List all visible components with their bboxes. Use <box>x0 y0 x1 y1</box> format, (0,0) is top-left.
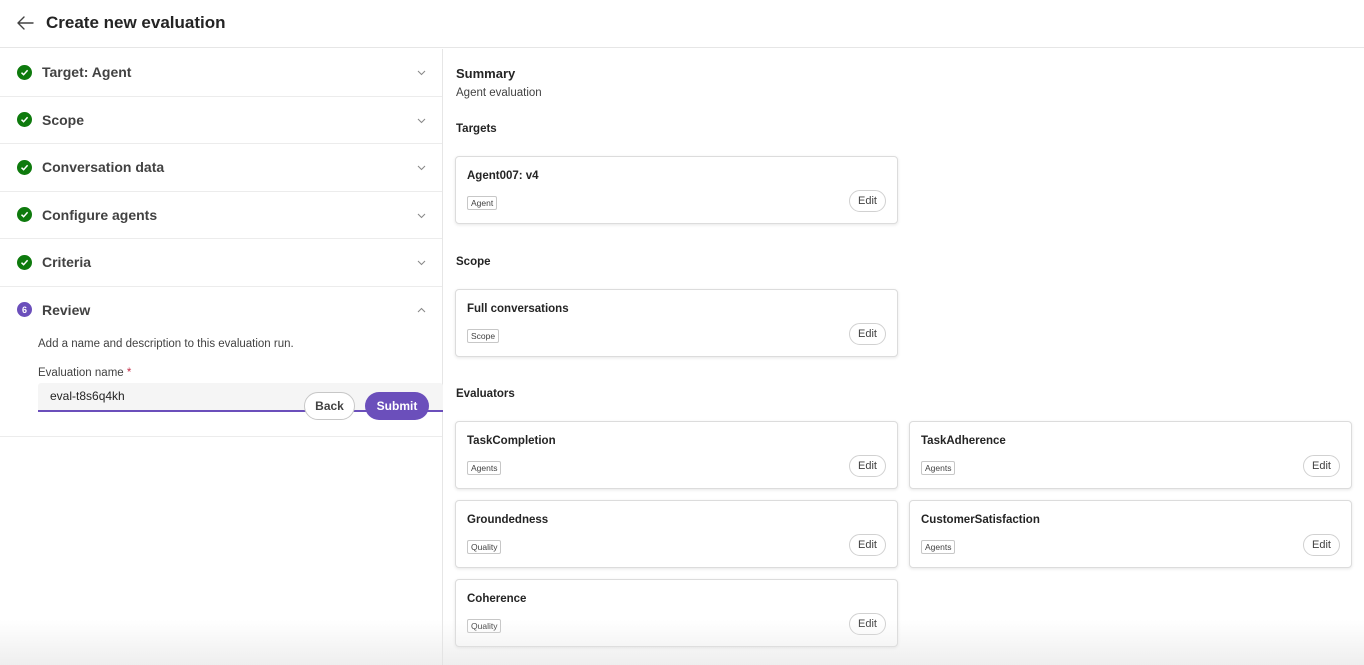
step-label: Scope <box>42 111 85 128</box>
step-number-badge: 6 <box>17 302 32 317</box>
edit-evaluator-button[interactable]: Edit <box>849 613 886 635</box>
step-criteria[interactable]: Criteria <box>0 239 442 287</box>
summary-title: Summary <box>456 66 516 81</box>
edit-evaluator-button[interactable]: Edit <box>849 455 886 477</box>
card-title: Agent007: v4 <box>467 170 539 182</box>
scope-section-title: Scope <box>456 256 491 268</box>
card-tag: Agent <box>467 196 498 210</box>
step-configure-agents[interactable]: Configure agents <box>0 192 442 239</box>
summary-pane: Summary Agent evaluation Targets Agent00… <box>444 49 1364 665</box>
arrow-left-icon[interactable] <box>14 12 36 34</box>
step-label: Criteria <box>42 254 92 271</box>
step-label: Conversation data <box>42 159 165 176</box>
review-description: Add a name and description to this evalu… <box>38 337 294 350</box>
evaluator-card: Groundedness Quality Edit <box>455 500 898 568</box>
required-mark: * <box>126 366 132 379</box>
card-tag: Quality <box>467 619 502 633</box>
edit-target-button[interactable]: Edit <box>849 190 886 212</box>
summary-subtitle: Agent evaluation <box>456 87 542 99</box>
edit-evaluator-button[interactable]: Edit <box>849 534 886 556</box>
card-title: CustomerSatisfaction <box>921 514 1040 526</box>
card-tag: Agents <box>921 540 956 554</box>
chevron-down-icon <box>417 213 426 219</box>
checkmark-circle-icon <box>17 254 32 270</box>
target-card: Agent007: v4 Agent Edit <box>455 156 898 224</box>
step-label: Target: Agent <box>42 64 132 81</box>
checkmark-circle-icon <box>17 207 32 223</box>
evaluator-card: TaskCompletion Agents Edit <box>455 421 898 489</box>
edit-evaluator-button[interactable]: Edit <box>1303 455 1340 477</box>
chevron-down-icon <box>417 260 426 266</box>
submit-button[interactable]: Submit <box>365 392 429 420</box>
chevron-down-icon <box>417 118 426 124</box>
evaluation-name-label: Evaluation name * <box>38 366 132 379</box>
evaluator-card: CustomerSatisfaction Agents Edit <box>909 500 1352 568</box>
card-title: TaskAdherence <box>921 435 1006 447</box>
chevron-up-icon <box>417 307 426 312</box>
targets-section-title: Targets <box>456 123 497 135</box>
evaluators-section-title: Evaluators <box>456 388 515 400</box>
card-tag: Quality <box>467 540 502 554</box>
checkmark-circle-icon <box>17 64 32 80</box>
card-title: Groundedness <box>467 514 549 526</box>
card-tag: Scope <box>467 329 500 343</box>
card-title: Full conversations <box>467 303 569 315</box>
scope-card: Full conversations Scope Edit <box>455 289 898 357</box>
page-title: Create new evaluation <box>46 13 226 32</box>
checkmark-circle-icon <box>17 112 32 128</box>
card-tag: Agents <box>921 461 956 475</box>
wizard-steps-pane: Target: Agent Scope Conversation data Co… <box>0 49 443 665</box>
step-label: Configure agents <box>42 206 158 223</box>
card-title: Coherence <box>467 593 527 605</box>
step-target[interactable]: Target: Agent <box>0 49 442 97</box>
step-review[interactable]: 6 Review <box>0 287 442 333</box>
step-scope[interactable]: Scope <box>0 97 442 144</box>
step-label: Review <box>42 301 91 318</box>
edit-evaluator-button[interactable]: Edit <box>1303 534 1340 556</box>
card-title: TaskCompletion <box>467 435 556 447</box>
evaluator-card: TaskAdherence Agents Edit <box>909 421 1352 489</box>
evaluator-card: Coherence Quality Edit <box>455 579 898 647</box>
chevron-down-icon <box>417 165 426 171</box>
step-conversation-data[interactable]: Conversation data <box>0 144 442 192</box>
chevron-down-icon <box>417 70 426 76</box>
back-button[interactable]: Back <box>304 392 355 420</box>
edit-scope-button[interactable]: Edit <box>849 323 886 345</box>
card-tag: Agents <box>467 461 502 475</box>
checkmark-circle-icon <box>17 159 32 175</box>
page-header: Create new evaluation <box>0 0 1364 48</box>
